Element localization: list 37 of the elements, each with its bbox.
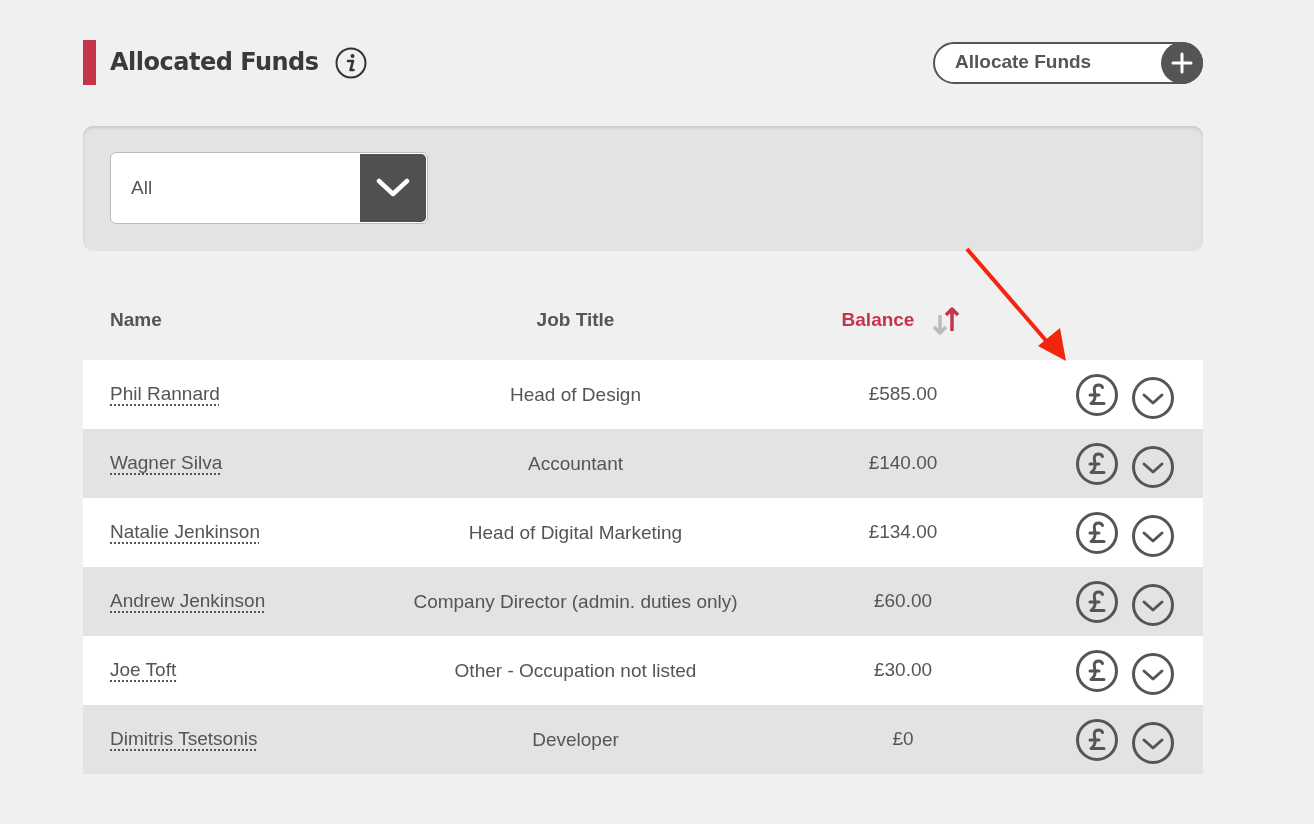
- job-title-text: Accountant: [527, 451, 624, 476]
- column-header[interactable]: Name: [110, 306, 162, 335]
- pound-icon[interactable]: [1075, 648, 1119, 693]
- chevron-down-icon: [376, 178, 410, 198]
- chevron-down-icon[interactable]: [1131, 720, 1175, 765]
- plus-icon: [1161, 41, 1203, 84]
- balance-text: £134.00: [868, 520, 938, 545]
- pound-icon[interactable]: [1075, 717, 1119, 762]
- info-icon[interactable]: [334, 46, 367, 79]
- balance-text: £585.00: [868, 382, 938, 407]
- pound-icon[interactable]: [1075, 372, 1119, 417]
- job-title-text: Head of Design: [510, 382, 641, 407]
- allocate-funds-button[interactable]: Allocate Funds: [933, 41, 1203, 84]
- job-title-text: Developer: [532, 727, 619, 752]
- page-title: Allocated Funds: [110, 48, 319, 77]
- employee-name-link[interactable]: Joe Toft: [83, 656, 177, 685]
- balance-text: £140.00: [868, 451, 938, 476]
- filter-dropdown[interactable]: All: [110, 152, 428, 224]
- balance-text: £0: [892, 727, 914, 752]
- chevron-down-icon[interactable]: [1131, 444, 1175, 489]
- balance-text: £30.00: [873, 658, 933, 683]
- chevron-down-icon[interactable]: [1131, 582, 1175, 627]
- title-accent-bar: [83, 40, 96, 85]
- job-title-text: Head of Digital Marketing: [468, 520, 683, 545]
- column-header[interactable]: Job Title: [536, 306, 615, 335]
- employee-name-link[interactable]: Wagner Silva: [83, 449, 223, 478]
- pound-icon[interactable]: [1075, 510, 1119, 555]
- chevron-down-icon[interactable]: [1131, 651, 1175, 696]
- chevron-down-icon[interactable]: [1131, 513, 1175, 558]
- employee-name-link[interactable]: Phil Rannard: [83, 380, 220, 409]
- job-title-text: Other - Occupation not listed: [454, 658, 697, 683]
- chevron-down-icon[interactable]: [1131, 375, 1175, 420]
- column-header[interactable]: Balance: [841, 306, 915, 335]
- pound-icon[interactable]: [1075, 441, 1119, 486]
- balance-text: £60.00: [873, 589, 933, 614]
- job-title-text: Company Director (admin. duties only): [413, 589, 738, 614]
- pound-icon[interactable]: [1075, 579, 1119, 624]
